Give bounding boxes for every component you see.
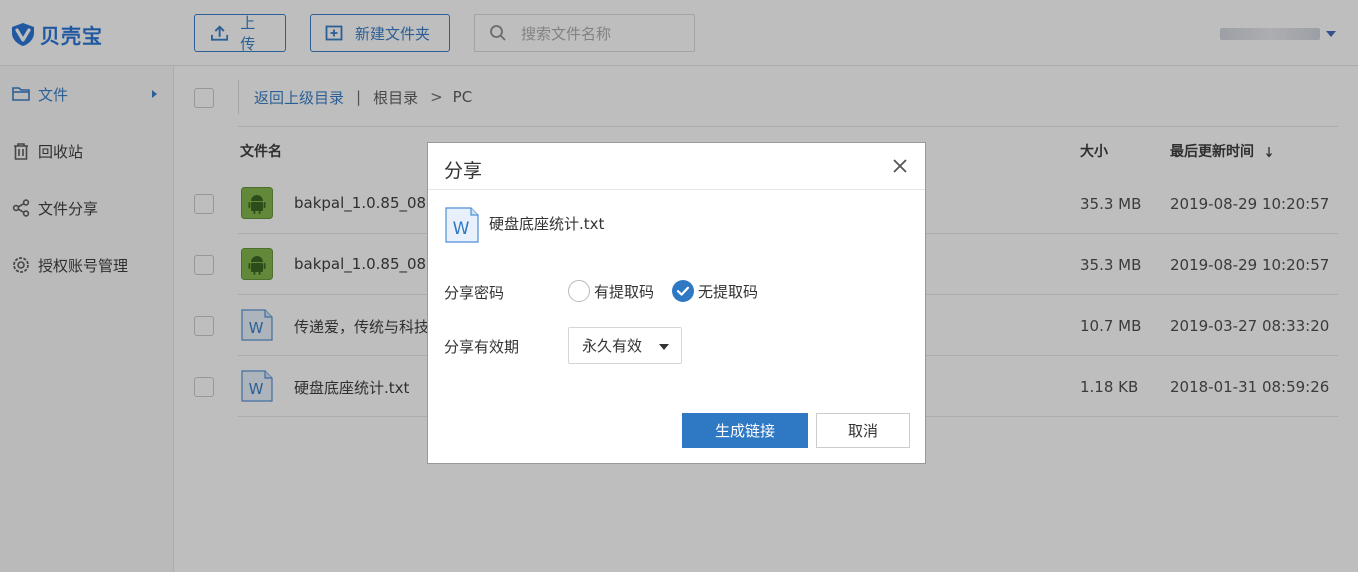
radio-with-code[interactable]: 有提取码	[568, 279, 654, 303]
validity-select[interactable]: 永久有效	[568, 327, 682, 364]
close-icon[interactable]	[892, 158, 908, 174]
share-dialog: 分享 W 硬盘底座统计.txt 分享密码 有提取码 无提取码 分享有效期 永久有…	[427, 142, 926, 464]
radio-no-code-label: 无提取码	[698, 282, 759, 301]
generate-link-button[interactable]: 生成链接	[682, 413, 808, 448]
svg-text:W: W	[453, 219, 470, 239]
validity-select-value: 永久有效	[582, 337, 643, 355]
word-doc-icon: W	[445, 207, 479, 243]
dialog-file-name: 硬盘底座统计.txt	[489, 215, 605, 233]
radio-unchecked-icon	[568, 280, 590, 302]
radio-checked-icon	[672, 280, 694, 302]
chevron-down-icon	[659, 344, 669, 350]
cancel-button[interactable]: 取消	[816, 413, 910, 448]
share-password-label: 分享密码	[444, 284, 505, 302]
dialog-header: 分享	[428, 143, 925, 190]
radio-with-code-label: 有提取码	[594, 282, 655, 301]
dialog-title: 分享	[444, 160, 483, 182]
share-validity-label: 分享有效期	[444, 338, 520, 356]
radio-no-code[interactable]: 无提取码	[672, 279, 758, 303]
